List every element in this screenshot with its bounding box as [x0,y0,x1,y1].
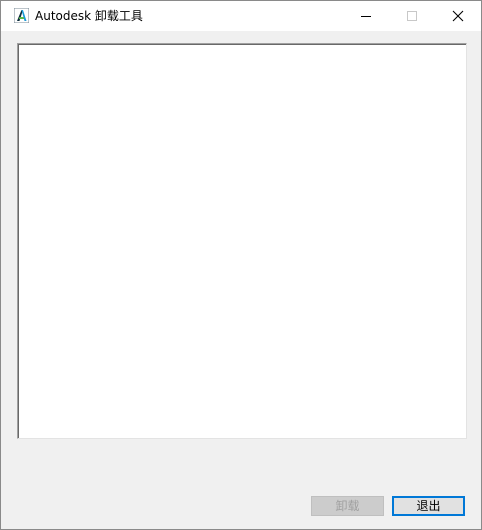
close-icon [452,10,464,22]
maximize-icon [407,11,417,21]
close-button[interactable] [435,1,481,31]
uninstall-button[interactable]: 卸载 [311,496,384,516]
dialog-client-area: 卸载 退出 [1,31,481,529]
uninstall-tool-window: Autodesk 卸载工具 卸载 退出 [0,0,482,530]
autodesk-logo-icon [13,7,30,24]
window-title: Autodesk 卸载工具 [35,9,143,23]
minimize-button[interactable] [343,1,389,31]
exit-button[interactable]: 退出 [392,496,465,516]
title-bar[interactable]: Autodesk 卸载工具 [1,1,481,31]
maximize-button [389,1,435,31]
product-list[interactable] [17,43,467,439]
minimize-icon [361,16,371,17]
